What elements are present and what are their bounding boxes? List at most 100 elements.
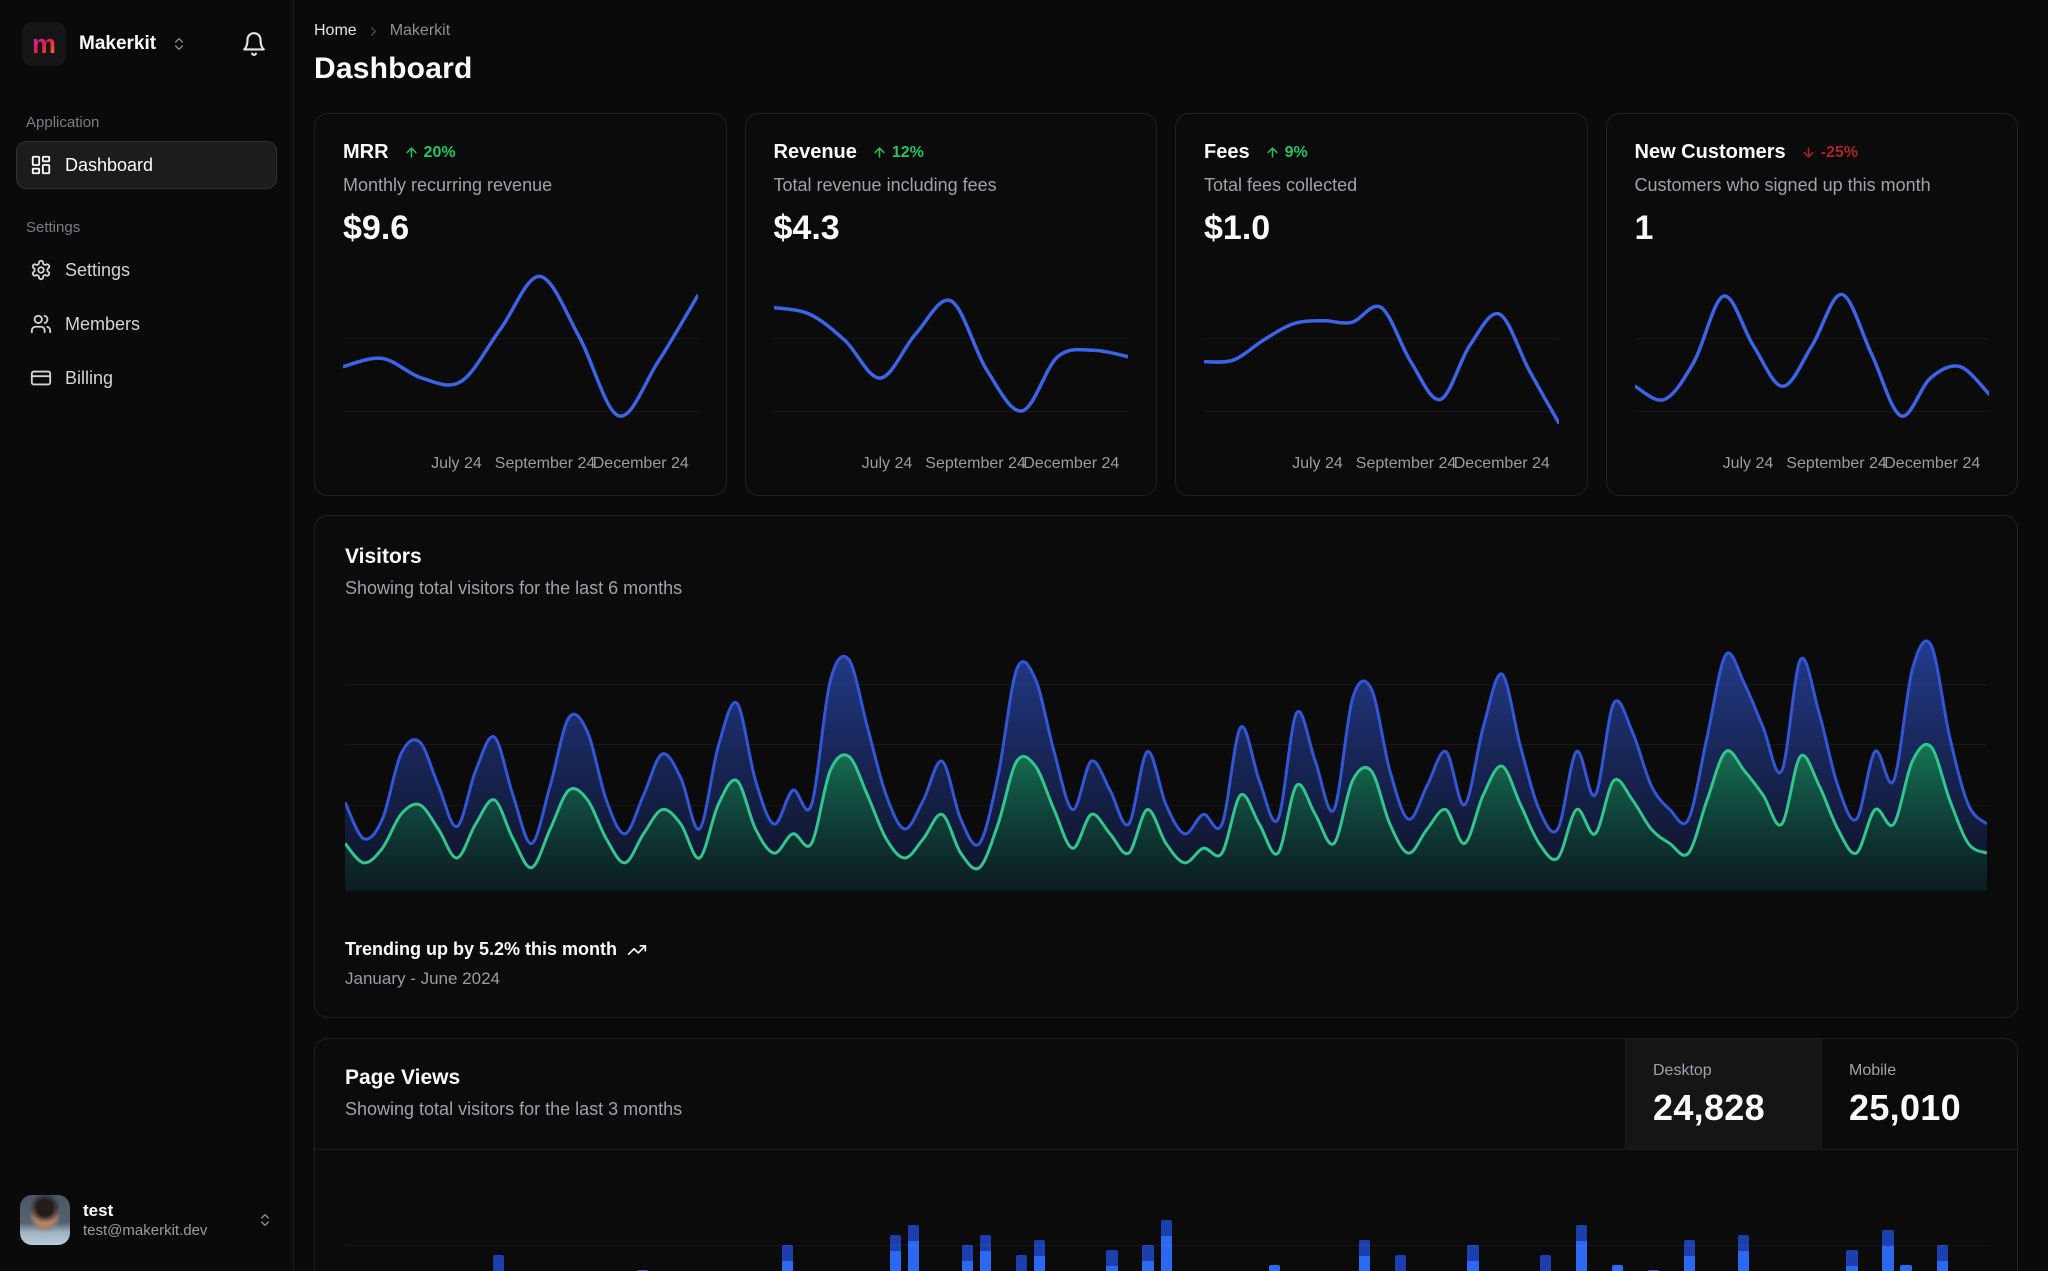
- trend-value: -25%: [1820, 143, 1859, 161]
- stat-title: Fees: [1204, 141, 1250, 163]
- user-menu-button[interactable]: test test@makerkit.dev: [16, 1189, 277, 1251]
- x-tick: July 24: [1722, 455, 1774, 472]
- stat-card-revenue: Revenue 12% Total revenue including fees…: [744, 113, 1157, 496]
- arrow-up-icon: [404, 145, 419, 160]
- stat-value: $1.0: [1204, 209, 1271, 247]
- stat-card-mrr: MRR 20% Monthly recurring revenue $9.6 J…: [314, 113, 727, 496]
- sidebar-item-label: Dashboard: [65, 154, 154, 175]
- visitors-subtitle: Showing total visitors for the last 6 mo…: [345, 578, 683, 598]
- trending-up-icon: [627, 940, 647, 960]
- arrow-up-icon: [1265, 145, 1280, 160]
- stat-value: 1: [1634, 209, 1654, 247]
- stat-value: $4.3: [773, 209, 840, 247]
- bell-icon: [241, 31, 267, 57]
- layout-dashboard-icon: [30, 154, 52, 176]
- x-axis-ticks: July 24 September 24 December 24: [1635, 455, 1990, 479]
- desktop-toggle[interactable]: Desktop 24,828: [1625, 1039, 1821, 1149]
- page-title: Dashboard: [314, 52, 473, 85]
- visitors-area-chart: [345, 629, 1987, 891]
- sidebar-item-label: Members: [65, 313, 141, 334]
- trend-value: 9%: [1284, 143, 1308, 161]
- stat-title: Revenue: [773, 141, 857, 163]
- trend-badge: 20%: [404, 144, 456, 162]
- mobile-toggle[interactable]: Mobile 25,010: [1821, 1039, 2017, 1149]
- workspace-name: Makerkit: [79, 33, 157, 54]
- credit-card-icon: [30, 367, 52, 389]
- user-avatar: [20, 1195, 70, 1245]
- sidebar-item-label: Settings: [65, 259, 131, 280]
- nav-section-settings: Settings: [26, 219, 81, 236]
- logo-letter: m: [31, 28, 56, 59]
- sidebar: m Makerkit Application Dashboard Setting…: [0, 0, 294, 1271]
- mobile-label: Mobile: [1849, 1062, 1897, 1079]
- breadcrumb-home-link[interactable]: Home: [314, 22, 357, 40]
- stat-title: New Customers: [1634, 141, 1786, 163]
- stat-card-new-customers: New Customers -25% Customers who signed …: [1605, 113, 2018, 496]
- page-views-title: Page Views: [345, 1066, 461, 1089]
- mobile-value: 25,010: [1849, 1087, 1961, 1128]
- x-tick: July 24: [431, 455, 482, 472]
- visitors-title: Visitors: [345, 545, 422, 568]
- x-axis-ticks: July 24 September 24 December 24: [343, 455, 698, 479]
- user-email: test@makerkit.dev: [83, 1221, 208, 1239]
- x-axis-ticks: July 24 September 24 December 24: [1204, 455, 1559, 479]
- page-views-subtitle: Showing total visitors for the last 3 mo…: [345, 1099, 683, 1119]
- trend-text: Trending up by 5.2% this month: [345, 939, 618, 959]
- trend-badge: 9%: [1265, 144, 1308, 162]
- sidebar-item-label: Billing: [65, 367, 114, 388]
- trend-value: 20%: [423, 143, 456, 161]
- visitors-date-range: January - June 2024: [345, 969, 500, 988]
- stat-subtitle: Customers who signed up this month: [1634, 175, 1931, 195]
- x-tick: September 24: [494, 455, 596, 472]
- x-tick: July 24: [1292, 455, 1343, 472]
- workspace-switcher[interactable]: m Makerkit: [22, 22, 187, 66]
- trend-value: 12%: [891, 143, 924, 161]
- x-tick: December 24: [1023, 455, 1120, 472]
- arrow-up-icon: [872, 145, 887, 160]
- makerkit-logo: m: [22, 22, 66, 66]
- page-views-bar-chart: [345, 1150, 1987, 1271]
- breadcrumb: Home Makerkit: [314, 22, 2018, 40]
- trend-badge: -25%: [1801, 144, 1858, 162]
- desktop-label: Desktop: [1653, 1062, 1712, 1079]
- visitors-trend-line: Trending up by 5.2% this month: [345, 939, 1987, 960]
- main-content: Home Makerkit Dashboard MRR 20% Monthly …: [294, 0, 2048, 1271]
- trend-badge: 12%: [872, 144, 924, 162]
- visitors-card: Visitors Showing total visitors for the …: [314, 515, 2018, 1018]
- sidebar-item-billing[interactable]: Billing: [16, 354, 277, 402]
- x-tick: December 24: [1453, 455, 1550, 472]
- page-views-header: Page Views Showing total visitors for th…: [315, 1039, 2017, 1150]
- sidebar-item-dashboard[interactable]: Dashboard: [16, 141, 277, 189]
- new-customers-sparkline-chart: [1634, 258, 1989, 449]
- x-tick: July 24: [861, 455, 913, 472]
- x-axis-ticks: July 24 September 24 December 24: [774, 455, 1129, 479]
- page-views-card: Page Views Showing total visitors for th…: [314, 1038, 2018, 1271]
- stat-subtitle: Total revenue including fees: [773, 175, 997, 195]
- stat-value: $9.6: [343, 209, 410, 247]
- stat-subtitle: Total fees collected: [1204, 175, 1358, 195]
- nav-section-application: Application: [26, 114, 100, 131]
- stat-subtitle: Monthly recurring revenue: [343, 175, 553, 195]
- stats-row: MRR 20% Monthly recurring revenue $9.6 J…: [314, 113, 2018, 496]
- chevrons-up-down-icon: [257, 1212, 273, 1228]
- x-tick: September 24: [925, 455, 1026, 472]
- x-tick: December 24: [1884, 455, 1981, 472]
- stat-title: MRR: [343, 141, 389, 163]
- fees-sparkline-chart: [1204, 258, 1559, 449]
- x-tick: September 24: [1786, 455, 1887, 472]
- users-icon: [30, 313, 52, 335]
- x-tick: September 24: [1355, 455, 1457, 472]
- chevrons-up-down-icon: [171, 36, 187, 52]
- breadcrumb-current: Makerkit: [389, 22, 451, 39]
- sidebar-nav: Application Dashboard Settings Settings …: [16, 70, 277, 408]
- user-name: test: [83, 1200, 114, 1220]
- stat-card-fees: Fees 9% Total fees collected $1.0 July 2…: [1175, 113, 1588, 496]
- notifications-button[interactable]: [237, 27, 271, 61]
- chevron-right-icon: [366, 24, 381, 39]
- mrr-sparkline-chart: [343, 258, 698, 449]
- gear-icon: [30, 259, 52, 281]
- sidebar-item-members[interactable]: Members: [16, 300, 277, 348]
- desktop-value: 24,828: [1653, 1087, 1765, 1128]
- sidebar-item-settings[interactable]: Settings: [16, 246, 277, 294]
- x-tick: December 24: [592, 455, 689, 472]
